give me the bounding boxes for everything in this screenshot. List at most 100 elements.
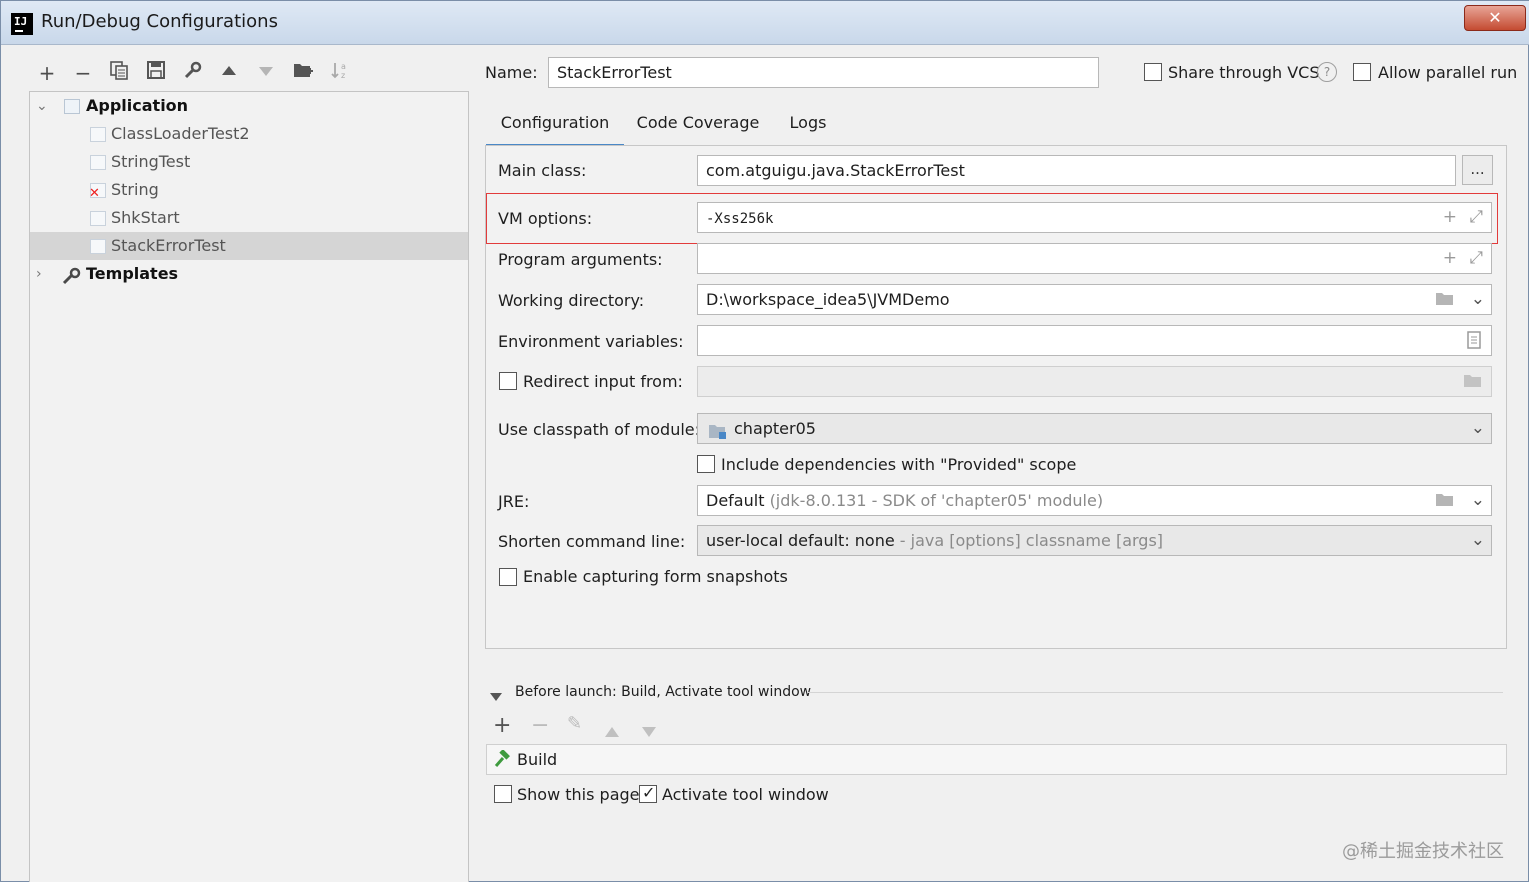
tree-label-templates: Templates	[86, 264, 179, 283]
redirect-input-field[interactable]	[697, 366, 1492, 397]
plus-icon[interactable]: +	[1443, 203, 1457, 232]
before-launch-list: Build	[486, 744, 1507, 775]
share-vcs-checkbox[interactable]	[1144, 63, 1162, 81]
folder-icon[interactable]	[1463, 367, 1483, 396]
shorten-command-label: Shorten command line:	[498, 532, 686, 551]
move-up-icon[interactable]	[604, 719, 620, 744]
shorten-command-hint: - java [options] classname [args]	[899, 531, 1164, 550]
chevron-down-icon[interactable]: ⌄	[1471, 285, 1485, 314]
config-icon	[90, 127, 106, 142]
include-dependencies-checkbox[interactable]	[697, 455, 715, 473]
tree-item-label: String	[111, 180, 159, 199]
expand-icon[interactable]: ⤢	[1469, 203, 1483, 232]
show-page-label: Show this page	[517, 785, 640, 804]
chevron-down-icon[interactable]: ⌄	[36, 92, 48, 120]
wrench-icon[interactable]	[179, 59, 207, 87]
document-icon[interactable]	[1467, 326, 1481, 355]
sort-icon[interactable]: az	[326, 59, 354, 87]
tree-item-label: ShkStart	[111, 208, 180, 227]
configurations-tree: ⌄ Application ClassLoaderTest2 StringTes…	[29, 91, 469, 882]
tree-item[interactable]: ClassLoaderTest2	[30, 120, 468, 148]
environment-variables-field[interactable]	[697, 325, 1492, 356]
classpath-module-select[interactable]: chapter05 ⌄	[697, 413, 1492, 444]
form-snapshots-label: Enable capturing form snapshots	[523, 567, 788, 586]
config-icon: ✕	[89, 183, 106, 201]
tab-logs[interactable]: Logs	[777, 109, 839, 147]
chevron-right-icon[interactable]: ›	[36, 260, 42, 288]
activate-tool-window-checkbox[interactable]	[639, 783, 657, 803]
activate-tool-window-label: Activate tool window	[662, 785, 829, 804]
copy-icon[interactable]	[105, 59, 133, 87]
chevron-down-icon[interactable]: ⌄	[1471, 526, 1485, 555]
jre-value: Default	[706, 491, 765, 510]
remove-icon[interactable]: −	[531, 713, 549, 738]
chevron-down-icon[interactable]: ⌄	[1471, 414, 1485, 443]
config-icon	[90, 211, 106, 226]
title-bar[interactable]: IJ Run/Debug Configurations ✕	[1, 1, 1529, 45]
jre-select[interactable]: Default (jdk-8.0.131 - SDK of 'chapter05…	[697, 485, 1492, 516]
watermark: @稀土掘金技术社区	[1342, 841, 1504, 862]
before-launch-item-label: Build	[517, 750, 558, 769]
close-button[interactable]: ✕	[1464, 5, 1526, 31]
include-dependencies-label: Include dependencies with "Provided" sco…	[721, 455, 1077, 474]
working-directory-field[interactable]: D:\workspace_idea5\JVMDemo ⌄	[697, 284, 1492, 315]
redirect-input-label: Redirect input from:	[523, 372, 683, 391]
vm-options-field[interactable]: -Xss256k + ⤢	[697, 202, 1492, 233]
tree-item[interactable]: ShkStart	[30, 204, 468, 232]
collapse-triangle-icon[interactable]	[490, 687, 502, 706]
plus-icon[interactable]: +	[1443, 244, 1457, 273]
shorten-command-value: user-local default: none	[706, 531, 895, 550]
vm-options-value: -Xss256k	[706, 211, 774, 227]
move-down-icon[interactable]	[252, 59, 280, 87]
application-icon	[64, 99, 80, 114]
hammer-icon	[491, 749, 511, 779]
program-arguments-field[interactable]: + ⤢	[697, 243, 1492, 274]
allow-parallel-label: Allow parallel run	[1378, 63, 1518, 82]
tab-configuration[interactable]: Configuration	[486, 109, 624, 147]
tree-node-templates[interactable]: › Templates	[30, 260, 468, 288]
move-down-icon[interactable]	[641, 719, 657, 744]
expand-icon[interactable]: ⤢	[1469, 244, 1483, 273]
save-icon[interactable]	[142, 59, 170, 87]
dialog-title: Run/Debug Configurations	[41, 11, 278, 32]
working-directory-label: Working directory:	[498, 291, 645, 310]
name-field[interactable]: StackErrorTest	[548, 57, 1099, 88]
before-launch-separator	[807, 692, 1503, 693]
folder-icon[interactable]	[1435, 285, 1455, 314]
allow-parallel-checkbox[interactable]	[1353, 63, 1371, 81]
chevron-down-icon[interactable]: ⌄	[1471, 486, 1485, 515]
tree-item[interactable]: ✕ String	[30, 176, 468, 204]
edit-icon[interactable]: ✎	[567, 713, 582, 734]
redirect-input-checkbox[interactable]	[499, 372, 517, 390]
svg-text:z: z	[341, 71, 345, 80]
show-page-checkbox[interactable]	[494, 785, 512, 803]
tree-item-label: StringTest	[111, 152, 191, 171]
vm-options-label: VM options:	[498, 209, 593, 228]
help-icon[interactable]: ?	[1317, 62, 1337, 82]
svg-text:a: a	[341, 62, 346, 71]
shorten-command-select[interactable]: user-local default: none - java [options…	[697, 525, 1492, 556]
folder-icon[interactable]	[1435, 486, 1455, 515]
remove-icon[interactable]: −	[69, 59, 97, 87]
wrench-icon	[62, 266, 82, 294]
new-folder-icon[interactable]	[289, 59, 317, 87]
add-icon[interactable]: +	[33, 59, 61, 87]
module-icon	[708, 420, 728, 443]
form-snapshots-checkbox[interactable]	[499, 568, 517, 586]
before-launch-item[interactable]: Build	[487, 746, 1506, 774]
tree-node-application[interactable]: ⌄ Application	[30, 92, 468, 120]
config-icon	[90, 155, 106, 170]
tree-item-selected[interactable]: StackErrorTest	[30, 232, 468, 260]
browse-button[interactable]: ...	[1462, 155, 1493, 185]
main-class-field[interactable]: com.atguigu.java.StackErrorTest	[697, 155, 1456, 186]
tree-item[interactable]: StringTest	[30, 148, 468, 176]
tree-label-application: Application	[86, 96, 189, 115]
environment-variables-label: Environment variables:	[498, 332, 684, 351]
before-launch-header: Before launch: Build, Activate tool wind…	[515, 684, 812, 700]
add-icon[interactable]: +	[493, 713, 511, 738]
run-debug-dialog: IJ Run/Debug Configurations ✕ + − a z ⌄ …	[0, 0, 1529, 882]
tree-item-label: ClassLoaderTest2	[111, 124, 250, 143]
tab-code-coverage[interactable]: Code Coverage	[631, 109, 765, 147]
move-up-icon[interactable]	[215, 59, 243, 87]
share-vcs-label: Share through VCS	[1168, 63, 1320, 82]
